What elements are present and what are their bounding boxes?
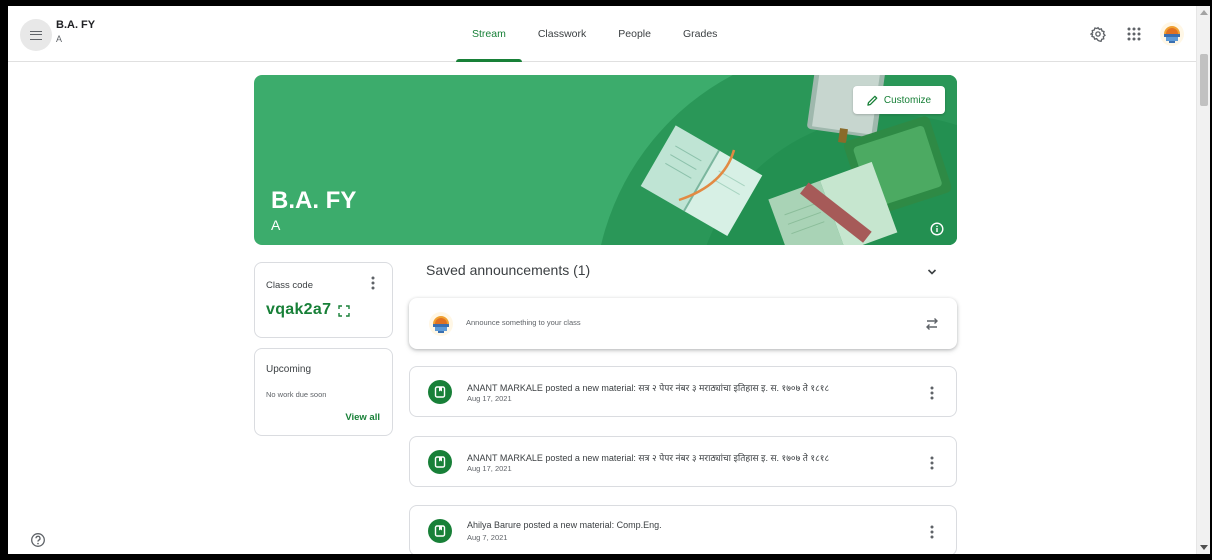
- post-title: Ahilya Barure posted a new material: Com…: [467, 520, 662, 530]
- scroll-thumb[interactable]: [1200, 54, 1208, 106]
- class-code-value: vqak2a7: [266, 301, 332, 318]
- stream-post[interactable]: Ahilya Barure posted a new material: Com…: [409, 505, 957, 554]
- hamburger-icon: [30, 30, 42, 40]
- view-all-link[interactable]: View all: [345, 412, 380, 423]
- class-code-card: Class code vqak2a7: [254, 262, 393, 338]
- tab-stream[interactable]: Stream: [456, 6, 522, 62]
- tab-classwork[interactable]: Classwork: [522, 6, 602, 62]
- scroll-down-arrow-icon[interactable]: [1200, 545, 1208, 550]
- stream-post[interactable]: ANANT MARKALE posted a new material: सत्…: [409, 366, 957, 417]
- customize-label: Customize: [883, 94, 932, 106]
- main-menu-button[interactable]: [20, 19, 52, 51]
- post-date: Aug 17, 2021: [467, 394, 512, 403]
- repost-icon[interactable]: [924, 316, 940, 332]
- more-vert-icon[interactable]: [927, 455, 937, 471]
- upcoming-empty-text: No work due soon: [266, 390, 327, 399]
- material-icon: [428, 450, 452, 474]
- saved-announcements-header[interactable]: Saved announcements (1): [426, 262, 590, 278]
- upcoming-card: Upcoming No work due soon View all: [254, 348, 393, 436]
- pencil-icon: [867, 95, 878, 106]
- banner-class-title: B.A. FY: [271, 187, 357, 214]
- material-icon: [428, 519, 452, 543]
- material-icon: [428, 380, 452, 404]
- post-date: Aug 17, 2021: [467, 464, 512, 473]
- header-class-section: A: [56, 34, 63, 44]
- help-icon[interactable]: [30, 532, 46, 548]
- chevron-down-icon[interactable]: [927, 267, 937, 277]
- more-vert-icon[interactable]: [368, 275, 378, 291]
- page-scrollbar[interactable]: [1196, 6, 1210, 554]
- tab-people[interactable]: People: [602, 6, 667, 62]
- upcoming-title: Upcoming: [266, 364, 312, 375]
- top-bar: B.A. FY A Stream Classwork People Grades: [8, 6, 1196, 62]
- announce-box[interactable]: Announce something to your class: [409, 298, 957, 349]
- post-title: ANANT MARKALE posted a new material: सत्…: [467, 383, 830, 393]
- header-class-name[interactable]: B.A. FY: [56, 19, 95, 31]
- fullscreen-icon[interactable]: [338, 305, 350, 317]
- tab-grades[interactable]: Grades: [667, 6, 733, 62]
- class-tabs: Stream Classwork People Grades: [456, 6, 733, 62]
- class-code-label: Class code: [266, 280, 313, 291]
- post-title: ANANT MARKALE posted a new material: सत्…: [467, 453, 830, 463]
- top-right-icons: [1088, 22, 1184, 46]
- more-vert-icon[interactable]: [927, 524, 937, 540]
- stream-post[interactable]: ANANT MARKALE posted a new material: सत्…: [409, 436, 957, 487]
- classroom-window: B.A. FY A Stream Classwork People Grades: [8, 6, 1210, 554]
- more-vert-icon[interactable]: [927, 385, 937, 401]
- post-date: Aug 7, 2021: [467, 533, 508, 542]
- settings-icon[interactable]: [1088, 24, 1108, 44]
- scroll-up-arrow-icon[interactable]: [1200, 10, 1208, 15]
- class-banner: B.A. FY A Customize: [254, 75, 957, 245]
- banner-class-section: A: [271, 217, 281, 233]
- account-avatar[interactable]: [1160, 22, 1184, 46]
- info-icon[interactable]: [930, 222, 944, 236]
- announce-placeholder[interactable]: Announce something to your class: [466, 318, 581, 327]
- apps-grid-icon[interactable]: [1124, 24, 1144, 44]
- customize-button[interactable]: Customize: [853, 86, 945, 114]
- announce-avatar: [429, 312, 453, 336]
- banner-illustration: [601, 75, 957, 245]
